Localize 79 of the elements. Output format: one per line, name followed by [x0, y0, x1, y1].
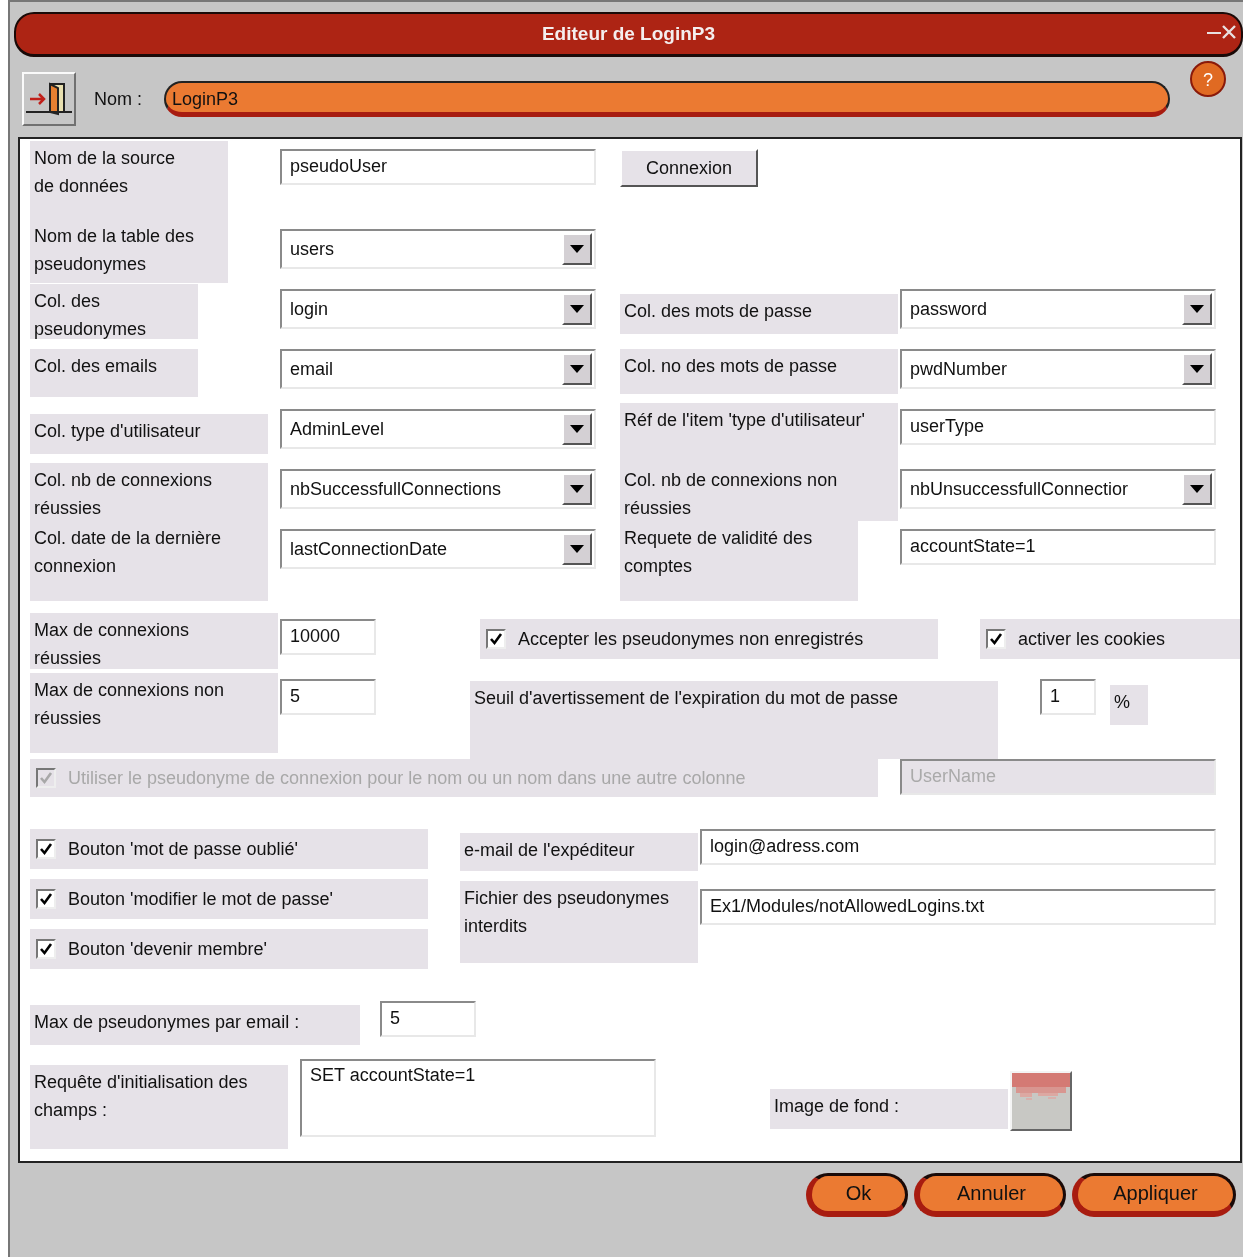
- field-label: Col. des emails: [30, 349, 198, 397]
- dropdown[interactable]: nbUnsuccessfullConnectior: [900, 469, 1216, 509]
- text-area[interactable]: SET accountState=1: [300, 1059, 656, 1137]
- dropdown-arrow-button[interactable]: [562, 533, 592, 565]
- field-label: Requête d'initialisation des champs :: [30, 1065, 288, 1149]
- dropdown[interactable]: pwdNumber: [900, 349, 1216, 389]
- close-icon[interactable]: [1221, 24, 1237, 40]
- checkbox[interactable]: [986, 629, 1006, 649]
- field-label: Fichier des pseudonymes interdits: [460, 881, 698, 963]
- name-field[interactable]: LoginP3: [164, 81, 1170, 117]
- caret-icon: [1190, 365, 1204, 373]
- field-label: Image de fond :: [770, 1089, 1008, 1129]
- dropdown[interactable]: users: [280, 229, 596, 269]
- dropdown-arrow-button[interactable]: [562, 293, 592, 325]
- dropdown[interactable]: AdminLevel: [280, 409, 596, 449]
- dropdown-arrow-button[interactable]: [1182, 353, 1212, 385]
- checkbox-option[interactable]: Bouton 'devenir membre': [30, 929, 428, 969]
- window-title: Editeur de LoginP3: [541, 23, 716, 45]
- field-label: %: [1110, 685, 1148, 725]
- checkbox[interactable]: [36, 939, 56, 959]
- field-label: Nom de la table des pseudonymes: [30, 219, 228, 283]
- caret-icon: [570, 305, 584, 313]
- field-label: Col. des pseudonymes: [30, 284, 198, 339]
- dropdown-arrow-button[interactable]: [562, 473, 592, 505]
- checkbox[interactable]: [36, 839, 56, 859]
- dropdown-arrow-button[interactable]: [1182, 473, 1212, 505]
- input-field[interactable]: accountState=1: [900, 529, 1216, 565]
- checkbox[interactable]: [36, 889, 56, 909]
- door-button[interactable]: [22, 72, 76, 126]
- input-field[interactable]: 1: [1040, 679, 1096, 715]
- dropdown[interactable]: email: [280, 349, 596, 389]
- field-label: Col. des mots de passe: [620, 294, 898, 334]
- field-label: e-mail de l'expéditeur: [460, 833, 698, 871]
- field-label: Col. no des mots de passe: [620, 349, 898, 394]
- input-field[interactable]: 10000: [280, 619, 376, 655]
- field-label: Seuil d'avertissement de l'expiration du mot de passe: [470, 681, 998, 759]
- dialog-button[interactable]: Annuler: [914, 1173, 1066, 1217]
- caret-icon: [1190, 485, 1204, 493]
- field-label: Max de connexions non réussies: [30, 673, 278, 753]
- caret-icon: [570, 485, 584, 493]
- dropdown[interactable]: nbSuccessfullConnections: [280, 469, 596, 509]
- field-label: Réf de l'item 'type d'utilisateur': [620, 403, 898, 463]
- input-field[interactable]: userType: [900, 409, 1216, 445]
- caret-icon: [570, 245, 584, 253]
- dropdown-arrow-button[interactable]: [562, 353, 592, 385]
- dialog-button[interactable]: Ok: [806, 1173, 908, 1217]
- field-label: Col. date de la dernière connexion: [30, 521, 268, 601]
- dropdown[interactable]: lastConnectionDate: [280, 529, 596, 569]
- dropdown[interactable]: password: [900, 289, 1216, 329]
- checkbox-option[interactable]: Bouton 'mot de passe oublié': [30, 829, 428, 869]
- field-label: Col. type d'utilisateur: [30, 414, 268, 454]
- checkbox-option[interactable]: Accepter les pseudonymes non enregistrés: [480, 619, 938, 659]
- checkbox-option[interactable]: Bouton 'modifier le mot de passe': [30, 879, 428, 919]
- input-field[interactable]: Ex1/Modules/notAllowedLogins.txt: [700, 889, 1216, 925]
- field-label: Nom de la source de données: [30, 141, 228, 219]
- field-label: Requete de validité des comptes: [620, 521, 858, 601]
- name-label: Nom :: [94, 88, 143, 110]
- door-icon: [26, 81, 72, 117]
- image-button[interactable]: [1010, 1071, 1072, 1131]
- field-label: Col. nb de connexions non réussies: [620, 463, 898, 521]
- input-field[interactable]: 5: [280, 679, 376, 715]
- dialog-button[interactable]: Appliquer: [1072, 1173, 1236, 1217]
- connect-button[interactable]: Connexion: [620, 149, 758, 187]
- checkbox[interactable]: [486, 629, 506, 649]
- field-label: Max de pseudonymes par email :: [30, 1005, 360, 1045]
- caret-icon: [570, 545, 584, 553]
- input-field[interactable]: pseudoUser: [280, 149, 596, 185]
- input-field[interactable]: 5: [380, 1001, 476, 1037]
- checkbox-option[interactable]: activer les cookies: [980, 619, 1240, 659]
- input-field[interactable]: login@adress.com: [700, 829, 1216, 865]
- caret-icon: [1190, 305, 1204, 313]
- dropdown[interactable]: login: [280, 289, 596, 329]
- dropdown-arrow-button[interactable]: [1182, 293, 1212, 325]
- dropdown-arrow-button[interactable]: [562, 413, 592, 445]
- caret-icon: [570, 365, 584, 373]
- dropdown-arrow-button[interactable]: [562, 233, 592, 265]
- caret-icon: [570, 425, 584, 433]
- field-label: Max de connexions réussies: [30, 613, 278, 669]
- field-label: Col. nb de connexions réussies: [30, 463, 268, 521]
